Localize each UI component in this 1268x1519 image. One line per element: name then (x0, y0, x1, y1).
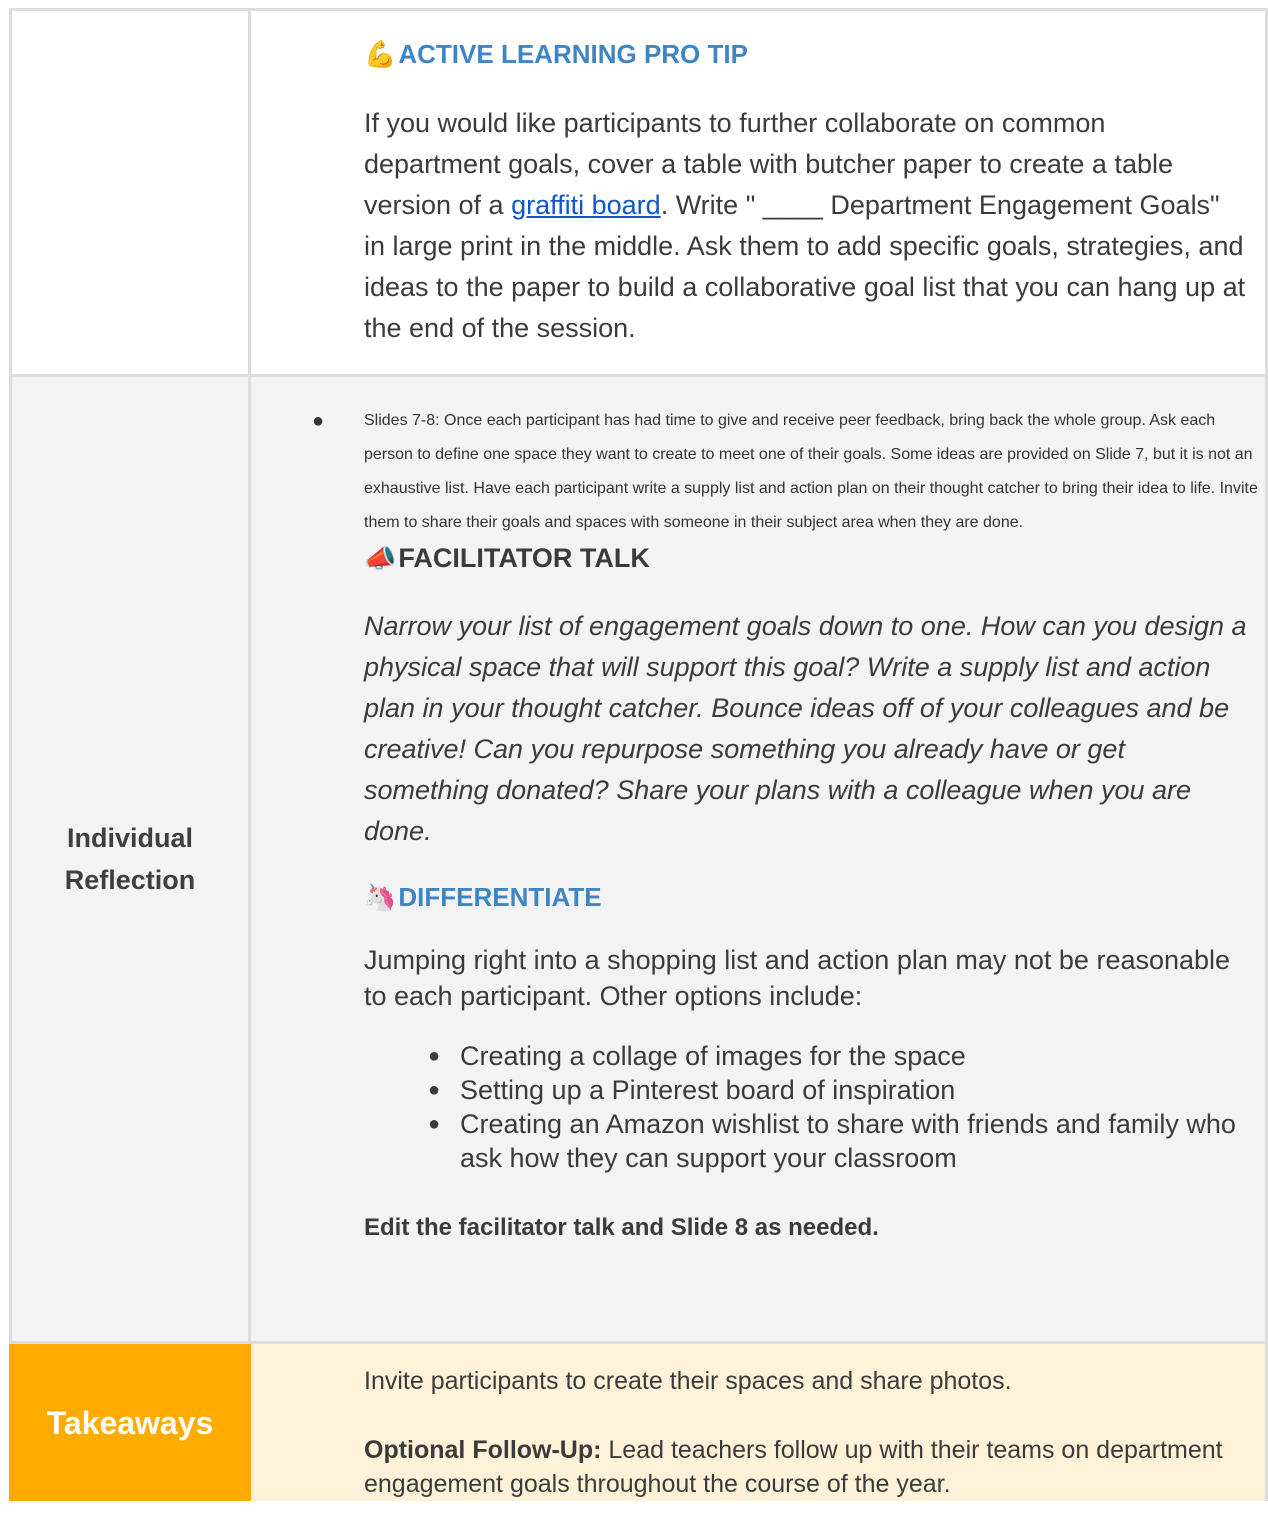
label-line-1: Individual (66, 823, 193, 853)
differentiate-closing: Edit the facilitator talk and Slide 8 as… (364, 1214, 879, 1241)
pro-tip-heading-text: ACTIVE LEARNING PRO TIP (398, 39, 748, 69)
pro-tip-paragraph: If you would like participants to furthe… (364, 103, 1247, 349)
table-row-individual-reflection: Individual Reflection ● Slides 7-8: Once… (9, 374, 1268, 1344)
graffiti-board-link[interactable]: graffiti board (511, 190, 661, 220)
facilitator-talk-heading: 📣 FACILITATOR TALK (364, 540, 1247, 576)
option-text: Setting up a Pinterest board of inspirat… (460, 1075, 956, 1105)
differentiate-heading-text: DIFFERENTIATE (398, 882, 602, 912)
option-text: Creating an Amazon wishlist to share wit… (460, 1109, 1236, 1173)
differentiate-heading: 🦄 DIFFERENTIATE (364, 879, 1247, 915)
bullet-dot: ● (428, 1045, 441, 1067)
label-line-2: Reflection (64, 865, 196, 895)
table-row-takeaways: Takeaways Invite participants to create … (9, 1341, 1268, 1501)
takeaways-content-cell: Invite participants to create their spac… (248, 1341, 1268, 1501)
takeaway-line-1: Invite participants to create their spac… (364, 1367, 1012, 1395)
bullet-dot: ● (428, 1079, 441, 1101)
list-item: ● Creating an Amazon wishlist to share w… (364, 1107, 1247, 1175)
takeaway-followup: Optional Follow-Up: Lead teachers follow… (364, 1433, 1247, 1501)
list-item: ● Creating a collage of images for the s… (364, 1039, 1247, 1073)
row-label-empty (9, 8, 251, 377)
pro-tip-cell: 💪 ACTIVE LEARNING PRO TIP If you would l… (248, 8, 1268, 377)
list-item: ● Setting up a Pinterest board of inspir… (364, 1073, 1247, 1107)
differentiate-options-list: ● Creating a collage of images for the s… (364, 1039, 1247, 1175)
facilitator-talk-text: Narrow your list of engagement goals dow… (364, 611, 1247, 846)
differentiate-intro: Jumping right into a shopping list and a… (364, 945, 1231, 1011)
pro-tip-heading: 💪 ACTIVE LEARNING PRO TIP (364, 36, 1247, 72)
slides-bullet-list: ● Slides 7-8: Once each participant has … (251, 404, 1265, 540)
table-row-pro-tip: 💪 ACTIVE LEARNING PRO TIP If you would l… (9, 8, 1268, 377)
unicorn-icon: 🦄 (364, 882, 397, 912)
bullet-dot: ● (312, 410, 325, 432)
megaphone-icon: 📣 (364, 543, 397, 573)
facilitator-talk-heading-text: FACILITATOR TALK (398, 543, 650, 573)
slides-bullet-text: Slides 7-8: Once each participant has ha… (364, 412, 1258, 531)
bullet-dot: ● (428, 1113, 441, 1135)
row-label-takeaways: Takeaways (9, 1341, 251, 1501)
row-label-individual-reflection: Individual Reflection (9, 374, 251, 1344)
flexed-biceps-icon: 💪 (364, 39, 397, 69)
list-item: ● Slides 7-8: Once each participant has … (251, 404, 1265, 540)
reflection-content-cell: ● Slides 7-8: Once each participant has … (248, 374, 1268, 1344)
option-text: Creating a collage of images for the spa… (460, 1041, 966, 1071)
followup-label: Optional Follow-Up: (364, 1436, 602, 1464)
lesson-plan-table: 💪 ACTIVE LEARNING PRO TIP If you would l… (9, 8, 1268, 1501)
